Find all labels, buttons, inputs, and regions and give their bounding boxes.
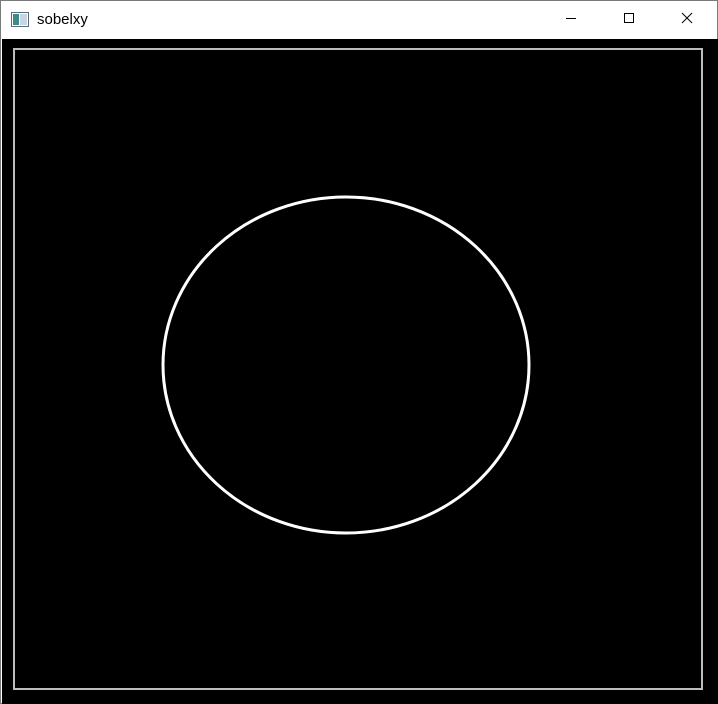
minimize-button[interactable] xyxy=(542,1,600,39)
close-button[interactable] xyxy=(658,1,716,39)
sobel-image xyxy=(2,39,718,704)
image-canvas xyxy=(2,39,718,704)
close-icon xyxy=(681,11,693,29)
app-window: sobelxy xyxy=(0,0,718,704)
image-background xyxy=(2,39,718,704)
minimize-icon xyxy=(565,11,577,29)
maximize-icon xyxy=(623,11,635,29)
window-app-icon xyxy=(11,12,29,27)
maximize-button[interactable] xyxy=(600,1,658,39)
window-title: sobelxy xyxy=(37,11,88,28)
title-bar[interactable]: sobelxy xyxy=(1,1,717,39)
